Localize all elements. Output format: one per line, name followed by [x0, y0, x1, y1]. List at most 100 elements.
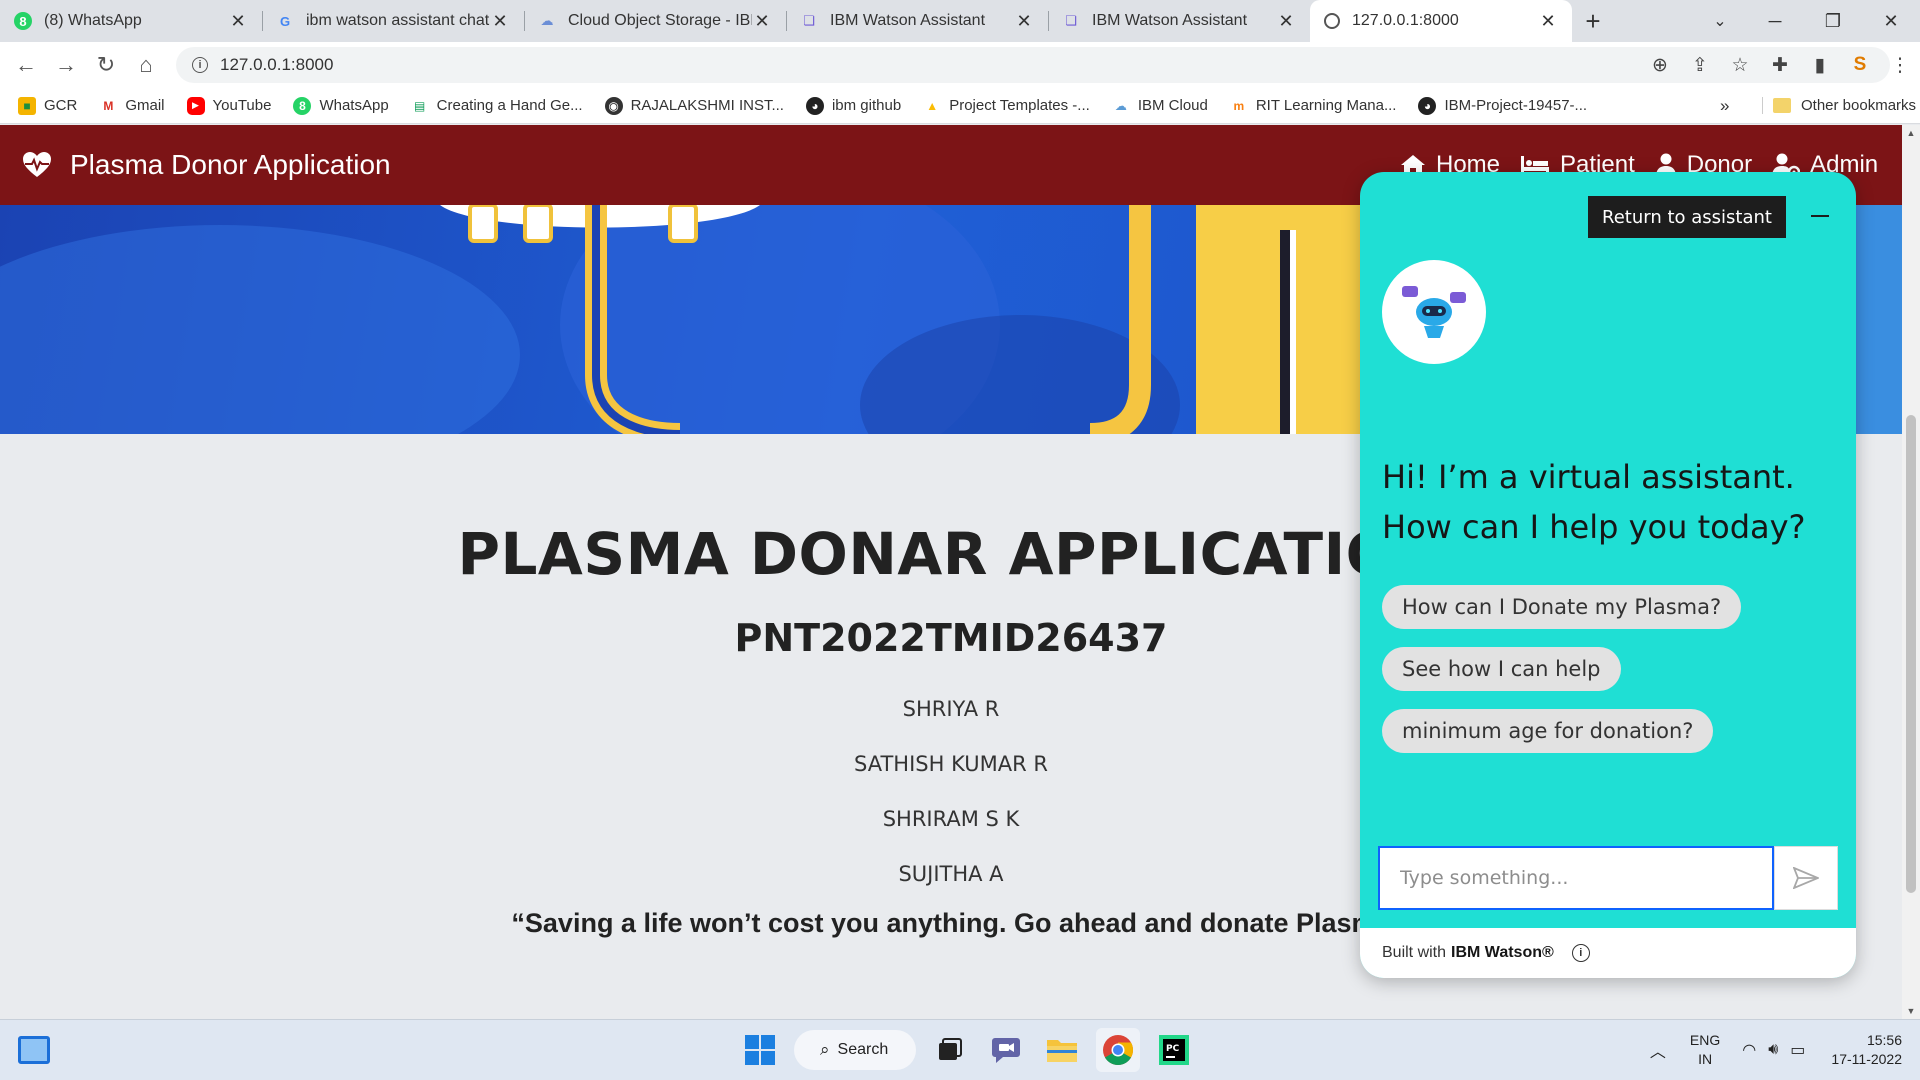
bookmarks-overflow-icon[interactable]: »: [1720, 96, 1729, 116]
bookmark-label: WhatsApp: [319, 97, 389, 114]
suggestion-chip[interactable]: How can I Donate my Plasma?: [1382, 585, 1742, 629]
suggestion-chip[interactable]: See how I can help: [1382, 647, 1621, 691]
bookmark-label: IBM-Project-19457-...: [1444, 97, 1588, 114]
zoom-icon[interactable]: ⊕: [1640, 45, 1680, 85]
bookmark-label: IBM Cloud: [1137, 97, 1208, 114]
extensions-icon[interactable]: ✚: [1760, 45, 1800, 85]
browser-tab[interactable]: G ibm watson assistant chatbot ✕: [262, 0, 524, 42]
gmail-icon: M: [103, 98, 114, 113]
volume-icon[interactable]: 🔊︎: [1768, 1041, 1778, 1059]
pycharm-icon[interactable]: PC: [1152, 1028, 1196, 1072]
bookmark-item[interactable]: ▲ Project Templates -...: [923, 97, 1090, 115]
bookmark-item[interactable]: ■ GCR: [18, 96, 77, 115]
back-arrow-icon[interactable]: ←: [6, 45, 46, 85]
info-icon[interactable]: i: [1571, 944, 1590, 962]
close-tab-icon[interactable]: ✕: [228, 11, 248, 31]
browser-tab-strip: 8 (8) WhatsApp ✕ G ibm watson assistant …: [0, 0, 1920, 42]
svg-text:PC: PC: [1166, 1044, 1180, 1054]
bookmark-item[interactable]: ▤ Creating a Hand Ge...: [411, 97, 583, 115]
widgets-icon[interactable]: [18, 1036, 50, 1064]
bookmark-item[interactable]: ▶ YouTube: [186, 96, 271, 115]
web-page: Plasma Donor Application Home Patient Do…: [0, 125, 1902, 1019]
bookmark-label: Creating a Hand Ge...: [436, 97, 583, 114]
reload-icon[interactable]: ↻: [86, 45, 126, 85]
return-to-assistant-button[interactable]: Return to assistant: [1588, 196, 1786, 238]
globe-icon: [1324, 13, 1340, 29]
tab-search-icon[interactable]: ⌄: [1700, 0, 1740, 42]
browser-tab[interactable]: 8 (8) WhatsApp ✕: [0, 0, 262, 42]
browser-tab-active[interactable]: 127.0.0.1:8000 ✕: [1310, 0, 1572, 42]
address-bar[interactable]: i 127.0.0.1:8000: [176, 47, 1890, 83]
bookmark-label: RAJALAKSHMI INST...: [630, 97, 784, 114]
scrollbar-thumb[interactable]: [1906, 415, 1916, 893]
drive-icon: ▲: [926, 98, 939, 113]
browser-tab[interactable]: ❏ IBM Watson Assistant ✕: [786, 0, 1048, 42]
watson-chat-widget: Return to assistant Hi! I’m a virtual as…: [1360, 172, 1856, 978]
home-icon[interactable]: ⌂: [126, 45, 166, 85]
chat-message-input[interactable]: [1378, 846, 1774, 910]
footer-brand: IBM Watson®: [1451, 944, 1554, 961]
bookmark-item[interactable]: ◕ IBM-Project-19457-...: [1418, 96, 1588, 115]
browser-tab[interactable]: ❏ IBM Watson Assistant ✕: [1048, 0, 1310, 42]
teams-chat-icon[interactable]: [984, 1028, 1028, 1072]
window-controls: ─ ❐ ✕: [1746, 0, 1920, 42]
task-view-icon[interactable]: [928, 1028, 972, 1072]
send-icon: [1793, 867, 1819, 889]
suggestion-chip[interactable]: minimum age for donation?: [1382, 709, 1714, 753]
side-panel-icon[interactable]: ▮: [1800, 45, 1840, 85]
browser-tab[interactable]: ☁ Cloud Object Storage - IBM ✕: [524, 0, 786, 42]
cloud-icon: ☁: [540, 13, 554, 28]
taskbar-search[interactable]: ⌕ Search: [794, 1030, 916, 1070]
bookmark-item[interactable]: 8 WhatsApp: [293, 96, 389, 115]
bookmark-item[interactable]: ☁ IBM Cloud: [1112, 97, 1208, 115]
language-code: ENG: [1689, 1032, 1721, 1048]
close-tab-icon[interactable]: ✕: [1014, 11, 1034, 31]
chat-footer: Built with IBM Watson® i: [1360, 928, 1856, 978]
share-icon[interactable]: ⇪: [1680, 45, 1720, 85]
send-button[interactable]: [1774, 846, 1838, 910]
other-bookmarks-folder[interactable]: Other bookmarks: [1762, 97, 1916, 114]
scroll-up-arrow-icon[interactable]: ▲: [1902, 125, 1920, 141]
url-text[interactable]: 127.0.0.1:8000: [220, 55, 333, 75]
restore-window-icon[interactable]: ❐: [1804, 0, 1862, 42]
bookmark-label: Gmail: [125, 97, 165, 114]
menu-kebab-icon[interactable]: ⋮: [1880, 45, 1920, 85]
minus-icon: [1811, 215, 1829, 217]
new-tab-button[interactable]: +: [1572, 0, 1614, 42]
bookmark-item[interactable]: M Gmail: [99, 97, 164, 115]
profile-icon[interactable]: S: [1840, 45, 1880, 85]
chevron-up-icon[interactable]: ︿: [1650, 1038, 1666, 1062]
minimize-chat-button[interactable]: [1800, 196, 1840, 236]
forward-arrow-icon[interactable]: →: [46, 45, 86, 85]
tab-title: Cloud Object Storage - IBM: [568, 12, 752, 29]
close-tab-icon[interactable]: ✕: [1276, 11, 1296, 31]
search-icon: ⌕: [820, 1040, 830, 1059]
wifi-icon[interactable]: ◠: [1742, 1040, 1756, 1060]
battery-icon[interactable]: ▭: [1790, 1040, 1805, 1060]
assistant-greeting: Hi! I’m a virtual assistant. How can I h…: [1382, 458, 1806, 546]
windows-start-icon[interactable]: [738, 1028, 782, 1072]
bookmark-item[interactable]: ◉ RAJALAKSHMI INST...: [604, 96, 784, 115]
clock[interactable]: 15:56 17-11-2022: [1831, 1031, 1902, 1069]
other-bookmarks-label: Other bookmarks: [1801, 97, 1917, 114]
close-tab-icon[interactable]: ✕: [1538, 11, 1558, 31]
language-indicator[interactable]: ENG IN: [1690, 1031, 1720, 1069]
watson-icon: ❏: [803, 13, 815, 28]
site-brand[interactable]: Plasma Donor Application: [22, 149, 391, 181]
bookmark-item[interactable]: ◕ ibm github: [805, 96, 901, 115]
chrome-icon[interactable]: [1096, 1028, 1140, 1072]
bookmark-item[interactable]: m RIT Learning Mana...: [1230, 97, 1397, 115]
site-info-icon[interactable]: i: [192, 57, 208, 73]
close-window-icon[interactable]: ✕: [1862, 0, 1920, 42]
bookmark-star-icon[interactable]: ☆: [1720, 45, 1760, 85]
scroll-down-arrow-icon[interactable]: ▼: [1902, 1003, 1920, 1019]
heartbeat-icon: [23, 152, 51, 177]
minimize-window-icon[interactable]: ─: [1746, 0, 1804, 42]
tab-title: IBM Watson Assistant: [830, 12, 986, 29]
tab-title: ibm watson assistant chatbot: [306, 12, 490, 29]
bookmarks-bar: ■ GCR M Gmail ▶ YouTube 8 WhatsApp ▤ Creating…: [0, 88, 1920, 124]
page-scrollbar[interactable]: ▲ ▼: [1902, 125, 1920, 1019]
close-tab-icon[interactable]: ✕: [490, 11, 510, 31]
file-explorer-icon[interactable]: [1040, 1028, 1084, 1072]
close-tab-icon[interactable]: ✕: [752, 11, 772, 31]
